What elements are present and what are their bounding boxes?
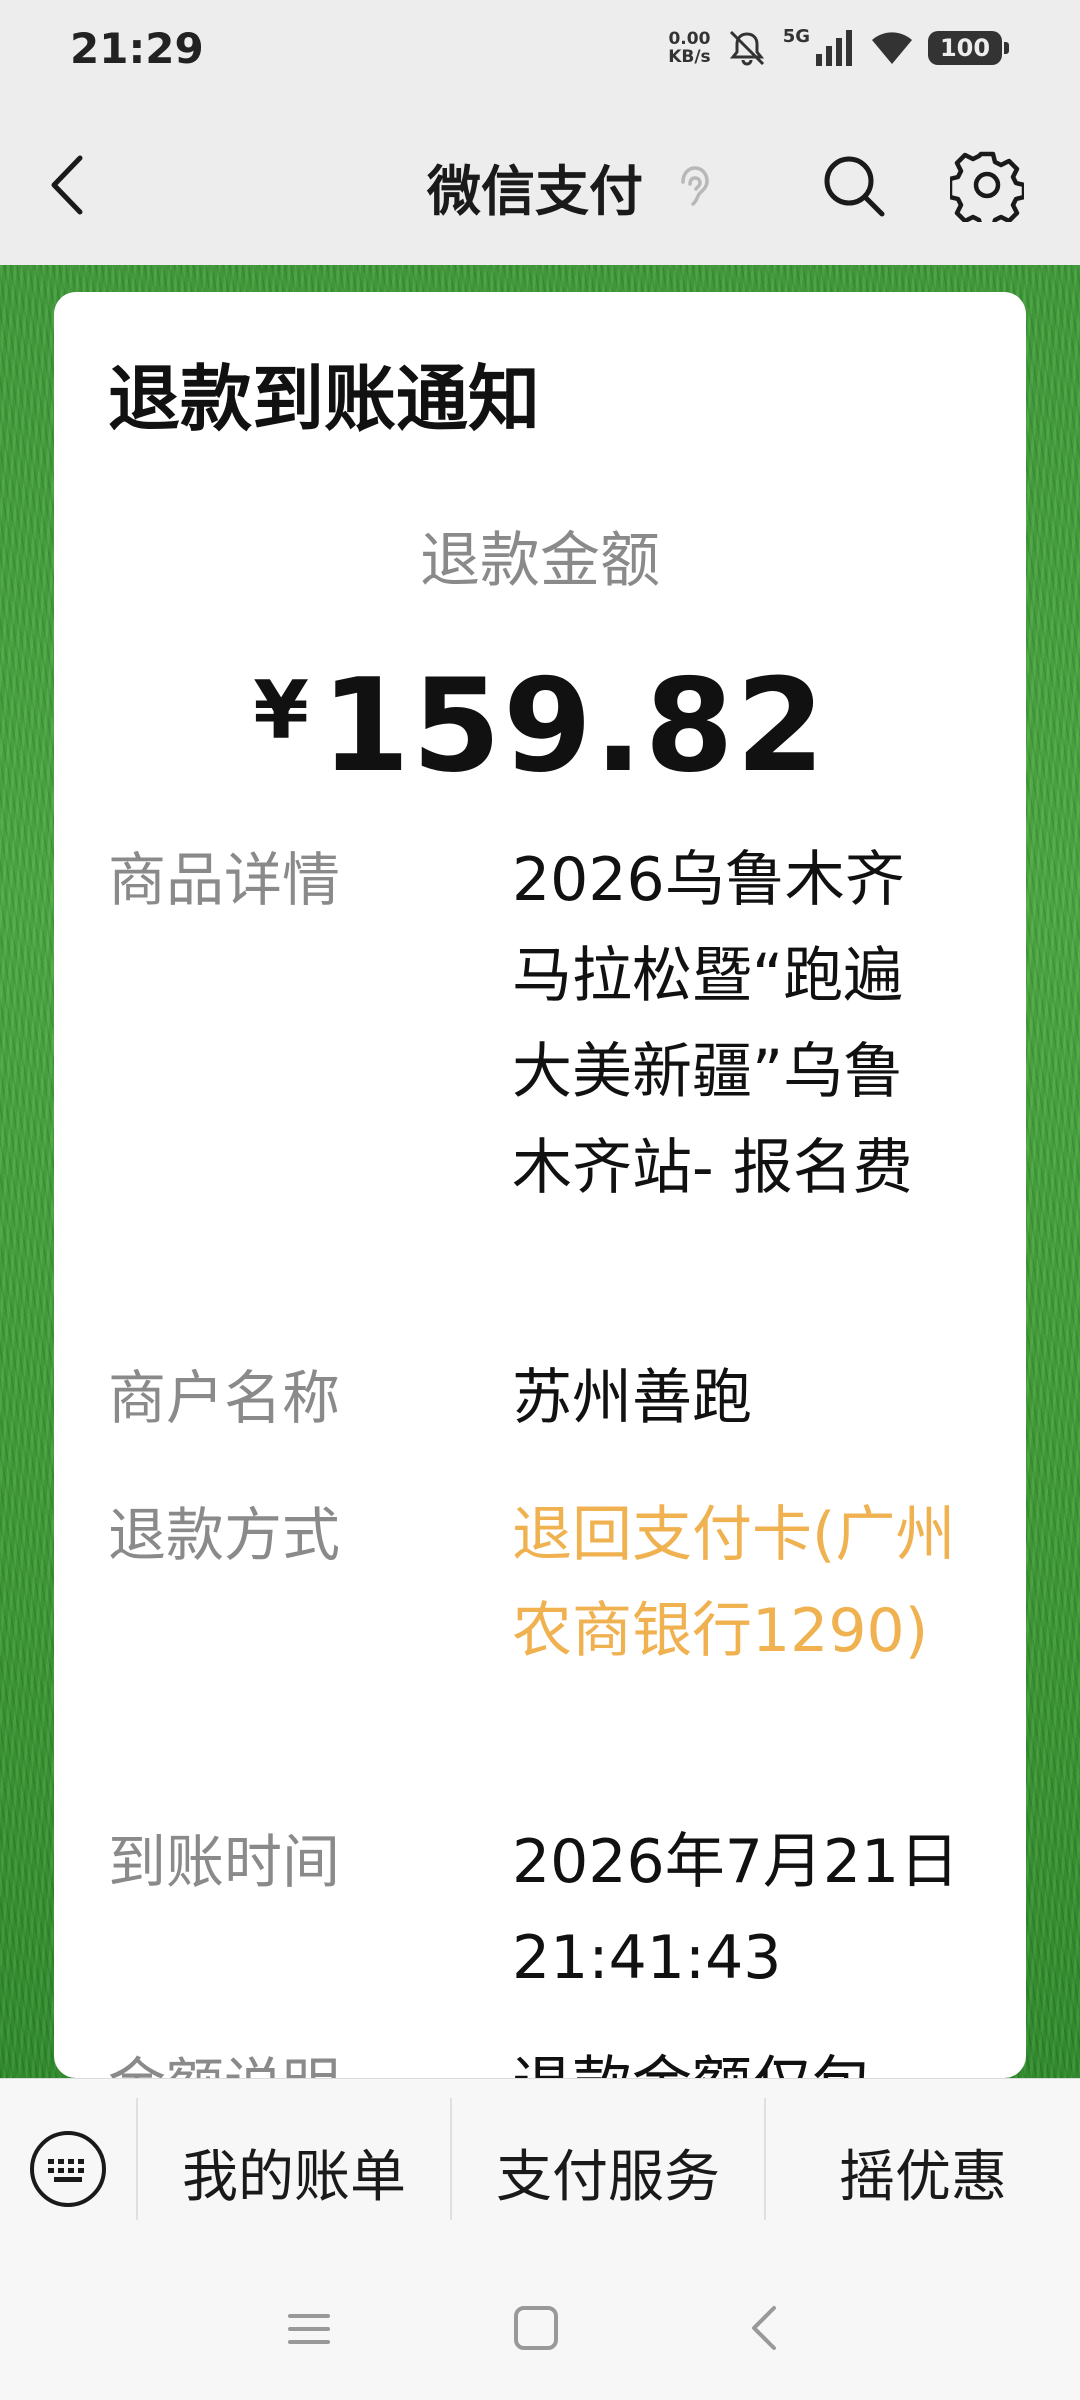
status-icons: 0.00 KB/s 5G 100: [668, 25, 1009, 70]
menu-payment-services[interactable]: 支付服务: [452, 2107, 764, 2237]
menu-divider: [764, 2098, 766, 2220]
home-icon[interactable]: [510, 2302, 562, 2354]
row-label: 商品详情: [108, 846, 341, 914]
settings-icon[interactable]: [950, 148, 1024, 222]
wifi-icon: [872, 32, 912, 64]
amount-value: 159.82: [320, 652, 827, 801]
status-time: 21:29: [70, 24, 204, 73]
network-speed: 0.00 KB/s: [668, 30, 710, 66]
back-icon[interactable]: [742, 2302, 786, 2354]
bottom-menu: 我的账单 支付服务 摇优惠: [0, 2078, 1080, 2261]
refund-card[interactable]: 退款到账通知 退款金额 ¥159.82 商品详情 2026乌鲁木齐马拉松暨“跑遍…: [54, 292, 1026, 2078]
ear-icon[interactable]: [673, 160, 713, 214]
keyboard-icon[interactable]: [28, 2129, 108, 2209]
recents-icon[interactable]: [284, 2304, 334, 2354]
menu-divider: [136, 2098, 138, 2220]
battery-icon: 100: [928, 31, 1009, 65]
row-value: 退款金额仅包: [512, 2037, 962, 2078]
search-icon[interactable]: [818, 150, 888, 220]
row-label: 金额说明: [108, 2037, 512, 2078]
title-group: 微信支付: [0, 147, 1080, 226]
mute-icon: [729, 30, 764, 66]
row-label: 退款方式: [108, 1501, 341, 1569]
detail-row-product: 商品详情 2026乌鲁木齐马拉松暨“跑遍大美新疆”乌鲁木齐站- 报名费: [108, 832, 988, 1216]
title-bar: 微信支付: [0, 105, 1080, 265]
detail-row-amount-note: 金额说明 退款金额仅包: [108, 2037, 988, 2078]
menu-shake-offers[interactable]: 摇优惠: [766, 2107, 1080, 2237]
row-value: 2026乌鲁木齐马拉松暨“跑遍大美新疆”乌鲁木齐站- 报名费: [512, 845, 913, 1203]
card-title: 退款到账通知: [108, 357, 541, 441]
detail-row-refund-method: 退款方式 退回支付卡(广州农商银行1290): [108, 1487, 988, 1679]
network-type: 5G: [782, 25, 810, 47]
menu-divider: [450, 2098, 452, 2220]
system-nav-bar: [0, 2260, 1080, 2400]
page-title: 微信支付: [427, 160, 643, 223]
refund-method-link[interactable]: 退回支付卡(广州农商银行1290): [512, 1487, 962, 1679]
row-value: 苏州善跑: [512, 1363, 752, 1433]
signal-icon: [816, 30, 852, 66]
currency-symbol: ¥: [253, 664, 309, 757]
detail-row-arrival-time: 到账时间 2026年7月21日 21:41:43: [108, 1814, 988, 2006]
amount: ¥159.82: [54, 652, 1026, 801]
menu-my-bills[interactable]: 我的账单: [138, 2107, 450, 2237]
network-speed-value: 0.00: [668, 29, 711, 49]
status-bar: 21:29 0.00 KB/s 5G 100: [0, 0, 1080, 105]
detail-row-merchant: 商户名称 苏州善跑: [108, 1350, 988, 1446]
row-value: 2026年7月21日 21:41:43: [512, 1827, 960, 1993]
network-speed-unit: KB/s: [668, 47, 711, 67]
row-label: 到账时间: [108, 1828, 341, 1896]
amount-label: 退款金额: [420, 526, 660, 596]
row-label: 商户名称: [108, 1364, 341, 1432]
